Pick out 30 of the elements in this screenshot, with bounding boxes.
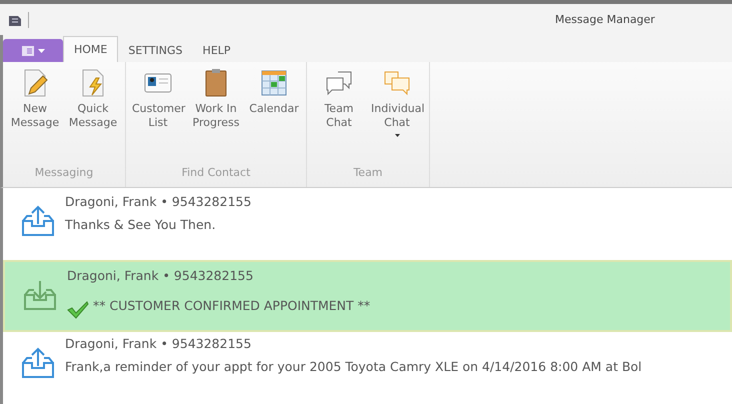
message-sender: Dragoni, Frank • 9543282155 xyxy=(67,268,254,283)
ribbon-button[interactable]: Calendar xyxy=(245,68,303,162)
group-label: Find Contact xyxy=(180,165,252,181)
message-text: ** CUSTOMER CONFIRMED APPOINTMENT ** xyxy=(93,298,370,312)
message-sender: Dragoni, Frank • 9543282155 xyxy=(65,336,252,351)
selected-message-row[interactable]: Dragoni, Frank • 9543282155 ** CUSTOMER CONFIRMED APPOINTMENT ** xyxy=(3,260,732,332)
outbox-tray-icon xyxy=(21,346,55,380)
app-menu-button[interactable] xyxy=(3,39,63,62)
ribbon-button[interactable]: New Message xyxy=(6,68,64,162)
ribbon-button[interactable]: Work In Progress xyxy=(187,68,245,162)
ribbon-button[interactable]: Individual Chat xyxy=(368,68,426,162)
caret-icon xyxy=(38,48,44,52)
message-text: Thanks & See You Then. xyxy=(65,217,216,232)
ribbon-tab[interactable]: SETTINGS xyxy=(118,38,193,62)
message-text: Frank,a reminder of your appt for your 2005 Toyota Camry XLE on 4/14/2016 8:00 AM at Bol xyxy=(65,359,642,374)
calendar-icon xyxy=(259,68,289,98)
window-title: Message Manager xyxy=(554,13,656,26)
inbox-tray-icon xyxy=(23,278,57,312)
message-sender: Dragoni, Frank • 9543282155 xyxy=(65,194,252,209)
group-label: Team xyxy=(352,165,384,181)
ribbon-button[interactable]: Quick Message xyxy=(64,68,122,162)
ribbon-tab[interactable]: HELP xyxy=(192,38,241,62)
outbox-tray-icon xyxy=(21,204,55,238)
ribbon-button[interactable]: Team Chat xyxy=(310,68,368,162)
group-label: Messaging xyxy=(34,165,94,181)
list-icon xyxy=(22,46,34,56)
ribbon-tab[interactable]: HOME xyxy=(63,36,118,62)
message-row[interactable]: Dragoni, Frank • 9543282155 Frank,a reminder of your appt for your 2005 Toyota Camry XLE on 4/14/2016 8:00 AM at Bol xyxy=(3,334,732,400)
message-row[interactable]: Dragoni, Frank • 9543282155 Thanks & See You Then. xyxy=(3,192,732,258)
ribbon-button[interactable]: Customer List xyxy=(129,68,187,162)
